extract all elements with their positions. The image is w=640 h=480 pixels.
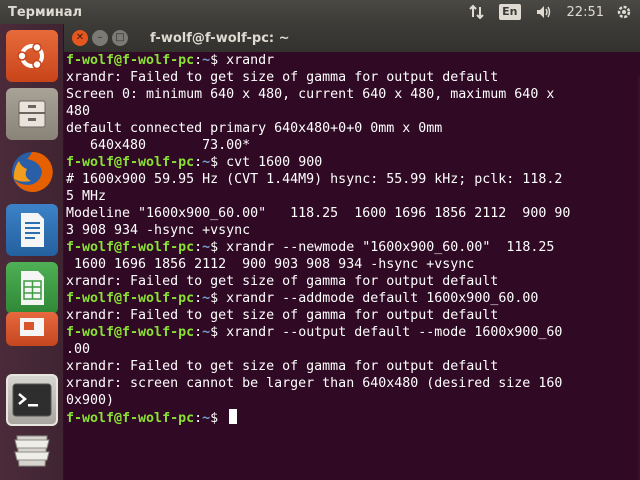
output-line: 480 <box>66 103 640 120</box>
prompt-separator: : <box>194 53 203 68</box>
output-line: Screen 0: minimum 640 x 480, current 640… <box>66 86 640 103</box>
prompt-line: f-wolf@f-wolf-pc:~$ xrandr --addmode def… <box>66 290 640 307</box>
files-icon[interactable] <box>6 88 58 140</box>
trash-icon[interactable] <box>6 428 58 472</box>
keyboard-layout-label: En <box>499 4 521 20</box>
prompt-user-host: f-wolf@f-wolf-pc <box>66 291 195 306</box>
prompt-user-host: f-wolf@f-wolf-pc <box>66 53 195 68</box>
minimize-icon[interactable]: – <box>92 30 108 46</box>
keyboard-layout-icon[interactable]: En <box>499 0 521 24</box>
prompt-line: f-wolf@f-wolf-pc:~$ cvt 1600 900 <box>66 154 640 171</box>
command-text <box>218 411 226 426</box>
output-line: .00 <box>66 341 640 358</box>
prompt-line: f-wolf@f-wolf-pc:~$ <box>66 409 640 426</box>
impress-icon[interactable] <box>6 312 58 346</box>
window-title: f-wolf@f-wolf-pc: ~ <box>150 30 290 46</box>
prompt-path: ~ <box>202 53 211 68</box>
terminal-window: ✕ – □ f-wolf@f-wolf-pc: ~ f-wolf@f-wolf-… <box>64 24 640 480</box>
terminal-output[interactable]: f-wolf@f-wolf-pc:~$ xrandr xrandr: Failed… <box>64 52 640 426</box>
output-text: 1600 1696 1856 2112 900 903 908 934 -hsy… <box>66 257 475 272</box>
output-line: 3 908 934 -hsync +vsync <box>66 222 640 239</box>
prompt-separator: : <box>194 291 203 306</box>
output-text: 3 908 934 -hsync +vsync <box>66 223 251 238</box>
command-text: xrandr --addmode default 1600x900_60.00 <box>218 291 539 306</box>
output-line: # 1600x900 59.95 Hz (CVT 1.44M9) hsync: … <box>66 171 640 188</box>
command-text: xrandr <box>218 53 275 68</box>
output-text: default connected primary 640x480+0+0 0m… <box>66 121 443 136</box>
network-arrows-icon[interactable] <box>469 0 485 24</box>
firefox-icon[interactable] <box>6 146 58 198</box>
prompt-separator: : <box>194 411 203 426</box>
output-text: Screen 0: minimum 640 x 480, current 640… <box>66 87 555 102</box>
output-line: xrandr: Failed to get size of gamma for … <box>66 307 640 324</box>
output-text: xrandr: screen cannot be larger than 640… <box>66 376 563 391</box>
output-text: 0x900) <box>66 393 115 408</box>
active-app-title: Терминал <box>8 4 83 20</box>
prompt-separator: : <box>194 325 203 340</box>
output-text: xrandr: Failed to get size of gamma for … <box>66 308 499 323</box>
prompt-path: ~ <box>202 325 211 340</box>
prompt-user-host: f-wolf@f-wolf-pc <box>66 411 195 426</box>
output-text: 640x480 73.00* <box>66 138 251 153</box>
prompt-user-host: f-wolf@f-wolf-pc <box>66 240 195 255</box>
prompt-dollar: $ <box>210 240 219 255</box>
output-text: Modeline "1600x900_60.00" 118.25 1600 16… <box>66 206 571 221</box>
prompt-user-host: f-wolf@f-wolf-pc <box>66 155 195 170</box>
maximize-icon[interactable]: □ <box>112 30 128 46</box>
output-text: 5 MHz <box>66 189 107 204</box>
writer-icon[interactable] <box>6 204 58 256</box>
top-panel: Терминал En 22:51 <box>0 0 640 24</box>
prompt-path: ~ <box>202 291 211 306</box>
prompt-line: f-wolf@f-wolf-pc:~$ xrandr <box>66 52 640 69</box>
output-line: default connected primary 640x480+0+0 0m… <box>66 120 640 137</box>
prompt-separator: : <box>194 155 203 170</box>
prompt-line: f-wolf@f-wolf-pc:~$ xrandr --output defa… <box>66 324 640 341</box>
command-text: xrandr --output default --mode 1600x900_… <box>218 325 563 340</box>
prompt-path: ~ <box>202 240 211 255</box>
output-line: xrandr: Failed to get size of gamma for … <box>66 69 640 86</box>
prompt-dollar: $ <box>210 155 219 170</box>
output-line: xrandr: screen cannot be larger than 640… <box>66 375 640 392</box>
launcher <box>0 24 64 480</box>
prompt-dollar: $ <box>210 411 219 426</box>
output-text: # 1600x900 59.95 Hz (CVT 1.44M9) hsync: … <box>66 172 563 187</box>
text-cursor <box>229 409 238 424</box>
output-line: Modeline "1600x900_60.00" 118.25 1600 16… <box>66 205 640 222</box>
indicator-area: En 22:51 <box>469 0 640 24</box>
output-line: xrandr: Failed to get size of gamma for … <box>66 358 640 375</box>
command-text: cvt 1600 900 <box>218 155 323 170</box>
prompt-dollar: $ <box>210 291 219 306</box>
output-text: xrandr: Failed to get size of gamma for … <box>66 274 499 289</box>
prompt-dollar: $ <box>210 53 219 68</box>
terminal-icon[interactable] <box>6 374 58 426</box>
prompt-separator: : <box>194 240 203 255</box>
prompt-path: ~ <box>202 411 211 426</box>
output-line: 640x480 73.00* <box>66 137 640 154</box>
volume-icon[interactable] <box>535 0 553 24</box>
output-line: 1600 1696 1856 2112 900 903 908 934 -hsy… <box>66 256 640 273</box>
ubuntu-dash-icon[interactable] <box>6 30 58 82</box>
output-line: 0x900) <box>66 392 640 409</box>
output-text: .00 <box>66 342 91 357</box>
prompt-line: f-wolf@f-wolf-pc:~$ xrandr --newmode "16… <box>66 239 640 256</box>
output-text: xrandr: Failed to get size of gamma for … <box>66 359 499 374</box>
output-text: xrandr: Failed to get size of gamma for … <box>66 70 499 85</box>
calc-icon[interactable] <box>6 262 58 314</box>
command-text: xrandr --newmode "1600x900_60.00" 118.25 <box>218 240 555 255</box>
power-gear-icon[interactable] <box>616 0 632 24</box>
output-line: 5 MHz <box>66 188 640 205</box>
prompt-user-host: f-wolf@f-wolf-pc <box>66 325 195 340</box>
prompt-dollar: $ <box>210 325 219 340</box>
output-line: xrandr: Failed to get size of gamma for … <box>66 273 640 290</box>
output-text: 480 <box>66 104 91 119</box>
prompt-path: ~ <box>202 155 211 170</box>
clock[interactable]: 22:51 <box>567 5 604 20</box>
window-titlebar[interactable]: ✕ – □ f-wolf@f-wolf-pc: ~ <box>64 24 640 52</box>
close-icon[interactable]: ✕ <box>72 30 88 46</box>
